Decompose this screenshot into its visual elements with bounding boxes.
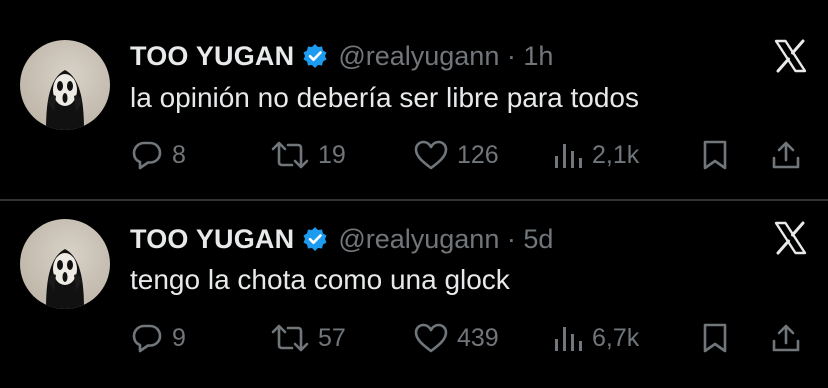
like-count: 439 (457, 323, 499, 352)
avatar[interactable] (20, 40, 110, 130)
like-button[interactable]: 439 (413, 318, 499, 358)
reply-button[interactable]: 9 (130, 318, 186, 358)
ghostface-avatar (46, 70, 84, 130)
tweet-2[interactable]: TOO YUGAN @realyugann · 5d tengo la chot… (0, 201, 828, 388)
retweet-count: 19 (318, 140, 346, 169)
bookmark-button[interactable] (700, 318, 730, 358)
retweet-button[interactable]: 19 (270, 135, 346, 175)
tweet-actions: 9 57 439 6,7k (130, 318, 810, 358)
bookmark-icon (703, 323, 727, 353)
like-count: 126 (457, 140, 499, 169)
verified-badge-icon[interactable] (302, 43, 328, 69)
reply-icon (132, 141, 162, 170)
bookmark-icon (703, 140, 727, 170)
avatar[interactable] (20, 219, 110, 309)
share-button[interactable] (770, 135, 802, 175)
views-button[interactable]: 6,7k (552, 318, 639, 358)
handle-and-time[interactable]: @realyugann · 1h (338, 41, 553, 72)
like-icon (414, 323, 448, 353)
display-name[interactable]: TOO YUGAN (130, 224, 294, 255)
like-button[interactable]: 126 (413, 135, 499, 175)
retweet-icon (271, 324, 309, 352)
tweet-text: tengo la chota como una glock (130, 264, 510, 295)
views-count: 2,1k (592, 140, 640, 169)
share-icon (772, 324, 800, 352)
retweet-count: 57 (318, 323, 346, 352)
tweet-header: TOO YUGAN @realyugann · 1h (130, 38, 553, 74)
tweet-actions: 8 19 126 2,1k (130, 135, 810, 175)
bookmark-button[interactable] (700, 135, 730, 175)
tweet-text: la opinión no debería ser libre para tod… (130, 82, 640, 113)
ghostface-avatar (46, 249, 84, 309)
views-icon (555, 327, 582, 351)
reply-icon (132, 324, 162, 353)
retweet-button[interactable]: 57 (270, 318, 346, 358)
display-name[interactable]: TOO YUGAN (130, 41, 294, 72)
handle-and-time[interactable]: @realyugann · 5d (338, 224, 553, 255)
reply-count: 9 (172, 323, 186, 352)
tweet-1[interactable]: TOO YUGAN @realyugann · 1h la opinión no… (0, 0, 828, 200)
share-button[interactable] (770, 318, 802, 358)
views-button[interactable]: 2,1k (552, 135, 639, 175)
reply-button[interactable]: 8 (130, 135, 186, 175)
share-icon (772, 141, 800, 169)
views-icon (555, 144, 582, 168)
tweet-header: TOO YUGAN @realyugann · 5d (130, 221, 553, 257)
reply-count: 8 (172, 140, 186, 169)
x-logo-icon[interactable] (772, 220, 808, 256)
views-count: 6,7k (592, 323, 640, 352)
verified-badge-icon[interactable] (302, 226, 328, 252)
x-logo-icon[interactable] (772, 38, 808, 74)
like-icon (414, 140, 448, 170)
retweet-icon (271, 141, 309, 169)
